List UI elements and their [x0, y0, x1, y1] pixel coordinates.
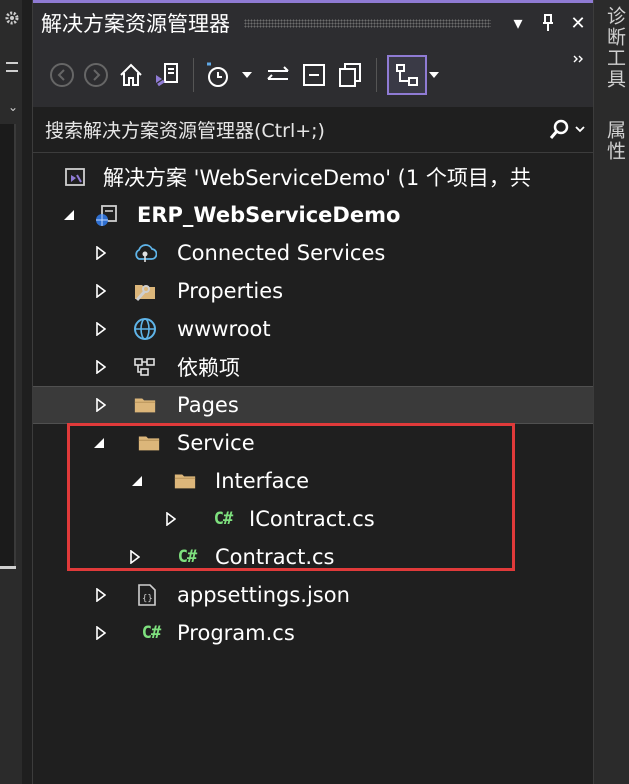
collapsed-arrow-icon[interactable] [93, 321, 109, 337]
forward-icon [84, 63, 108, 87]
sync-arrows-icon [267, 66, 289, 80]
hierarchy-icon [396, 64, 418, 86]
collapsed-arrow-icon[interactable] [93, 397, 109, 413]
collapsed-arrow-icon[interactable] [93, 625, 109, 641]
csharp-file-icon: C# [141, 623, 161, 643]
left-divider [0, 566, 16, 569]
red-highlight-annotation [67, 423, 515, 571]
show-all-files-button[interactable] [336, 58, 364, 92]
globe-icon [133, 317, 157, 341]
collapse-all-button[interactable] [300, 58, 328, 92]
dependencies-icon [133, 355, 157, 379]
panel-toolbar [33, 43, 593, 107]
forward-button[interactable] [83, 58, 109, 92]
tree-row-appsettings[interactable]: {} appsettings.json [33, 576, 593, 614]
dropdown-arrow-icon [242, 72, 252, 78]
expanded-arrow-icon[interactable] [61, 207, 77, 223]
tree-row-solution[interactable]: 解决方案 'WebServiceDemo' (1 个项目，共 [33, 158, 593, 196]
left-scroll-area [0, 124, 16, 568]
tree-row-label: appsettings.json [177, 583, 350, 607]
tree-row-label: 解决方案 'WebServiceDemo' (1 个项目，共 [103, 166, 531, 190]
preview-selected-items-button[interactable] [387, 55, 427, 95]
toolbar-separator [193, 58, 194, 92]
pending-changes-filter-button[interactable] [204, 58, 234, 92]
menu-icon[interactable] [6, 62, 18, 72]
solution-icon [63, 165, 87, 189]
switch-views-button[interactable] [153, 58, 181, 92]
tree-row-wwwroot[interactable]: wwwroot [33, 310, 593, 348]
home-button[interactable] [117, 58, 145, 92]
json-file-icon: {} [135, 583, 159, 607]
properties-icon [133, 279, 157, 303]
tree-row-pages[interactable]: Pages [33, 386, 593, 424]
pin-icon[interactable] [533, 8, 563, 38]
tree-row-dependencies[interactable]: 依赖项 [33, 348, 593, 386]
svg-text:{}: {} [142, 594, 153, 604]
solution-explorer-panel: 解决方案资源管理器 ▾ ✕ 搜索解决方案资源管理器(Ctrl+;) 解决方案 '… [32, 0, 594, 784]
home-icon [120, 63, 142, 86]
filter-dropdown[interactable] [242, 58, 252, 92]
panel-titlebar[interactable]: 解决方案资源管理器 ▾ ✕ [33, 3, 593, 43]
tree-row-label: 依赖项 [177, 356, 240, 380]
properties-tab[interactable]: 属性 [602, 120, 629, 162]
search-input[interactable]: 搜索解决方案资源管理器(Ctrl+;) [45, 116, 549, 143]
collapsed-arrow-icon[interactable] [93, 283, 109, 299]
tree-row-program[interactable]: C# Program.cs [33, 614, 593, 652]
properties-dropdown[interactable] [429, 58, 439, 92]
toolbar-separator [376, 58, 377, 92]
search-options[interactable] [549, 119, 593, 141]
tree-row-label: Properties [177, 279, 284, 303]
tree-row-label: Program.cs [177, 621, 295, 645]
panel-title: 解决方案资源管理器 [41, 12, 230, 36]
toolbar-overflow-button[interactable] [573, 55, 583, 95]
back-button[interactable] [49, 58, 75, 92]
left-tool-strip: ⌄ [0, 0, 22, 784]
tree-row-label: wwwroot [177, 317, 271, 341]
back-icon [50, 63, 74, 87]
collapse-all-icon [303, 64, 325, 86]
tree-row-project[interactable]: ERP_WebServiceDemo [33, 196, 593, 234]
connected-services-icon [133, 241, 157, 265]
show-all-files-icon [339, 63, 361, 87]
right-tool-strip: 诊断工具 属性 [594, 0, 629, 784]
overflow-chevron-icon [573, 55, 583, 63]
chevron-down-icon[interactable]: ⌄ [8, 100, 18, 114]
vs-switch-views-icon [156, 63, 178, 87]
dropdown-arrow-icon [429, 72, 439, 78]
collapsed-arrow-icon[interactable] [93, 245, 109, 261]
window-position-dropdown-icon[interactable]: ▾ [503, 8, 533, 38]
collapsed-arrow-icon[interactable] [93, 359, 109, 375]
tree-row-label: ERP_WebServiceDemo [137, 203, 401, 227]
tree-row-label: Connected Services [177, 241, 386, 265]
close-icon[interactable]: ✕ [563, 8, 593, 38]
clock-filter-icon [207, 62, 228, 87]
diagnostic-tools-tab[interactable]: 诊断工具 [602, 6, 629, 90]
sync-with-document-button[interactable] [264, 58, 292, 92]
folder-icon [133, 393, 157, 417]
drag-grip[interactable] [244, 18, 491, 28]
collapsed-arrow-icon[interactable] [93, 587, 109, 603]
tree-row-properties[interactable]: Properties [33, 272, 593, 310]
search-bar[interactable]: 搜索解决方案资源管理器(Ctrl+;) [33, 107, 593, 153]
gear-icon[interactable] [4, 10, 20, 26]
search-icon [549, 119, 585, 139]
tree-row-connected-services[interactable]: Connected Services [33, 234, 593, 272]
web-project-icon [95, 203, 119, 227]
tree-row-label: Pages [177, 393, 239, 417]
